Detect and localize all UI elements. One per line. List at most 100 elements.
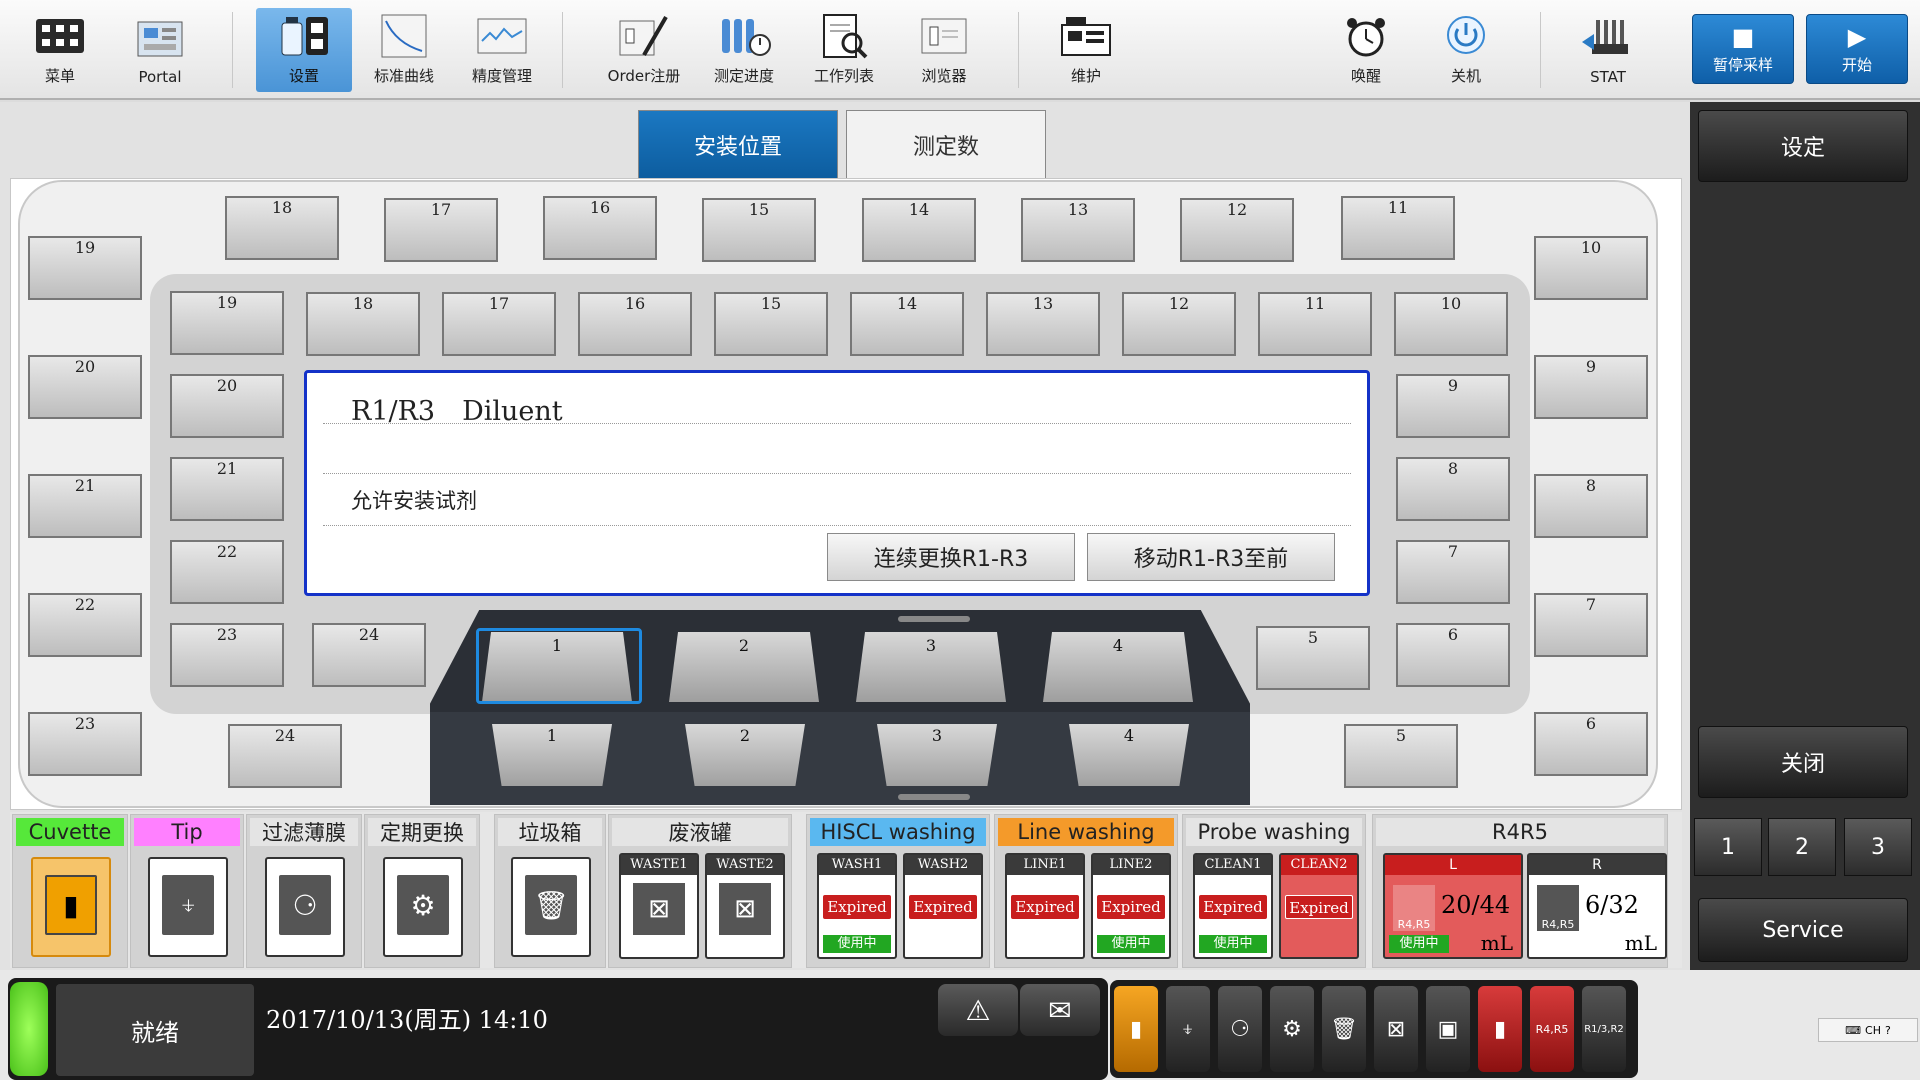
close-button[interactable]: 关闭 <box>1698 726 1908 798</box>
clean2-status[interactable]: CLEAN2 Expired <box>1279 853 1359 959</box>
wake-button[interactable]: 唤醒 <box>1318 8 1414 92</box>
outer-slot[interactable]: 22 <box>28 593 142 657</box>
inner-slot[interactable]: 5 <box>1256 626 1370 690</box>
maintenance-button[interactable]: 维护 <box>1038 8 1134 92</box>
inner-slot[interactable]: 12 <box>1122 292 1236 356</box>
outer-slot[interactable]: 18 <box>225 196 339 260</box>
outer-slot[interactable]: 9 <box>1534 355 1648 419</box>
wash2-status[interactable]: WASH2 Expired <box>903 853 983 959</box>
settings-button[interactable]: 设置 <box>256 8 352 92</box>
periodic-status[interactable]: ⚙ <box>383 857 463 957</box>
wash1-status[interactable]: WASH1 Expired 使用中 <box>817 853 897 959</box>
tray-upper-slot[interactable]: 3 <box>856 632 1006 702</box>
inner-slot[interactable]: 17 <box>442 292 556 356</box>
inner-slot[interactable]: 6 <box>1396 623 1510 687</box>
outer-slot[interactable]: 12 <box>1180 198 1294 262</box>
inner-slot[interactable]: 9 <box>1396 374 1510 438</box>
tray-upper-slot[interactable]: 4 <box>1043 632 1193 702</box>
inner-slot[interactable]: 14 <box>850 292 964 356</box>
page-3-button[interactable]: 3 <box>1844 818 1912 876</box>
inner-slot[interactable]: 20 <box>170 374 284 438</box>
tab-test-count[interactable]: 测定数 <box>846 110 1046 178</box>
continuous-replace-button[interactable]: 连续更换R1-R3 <box>827 533 1075 581</box>
shutdown-button[interactable]: 关机 <box>1418 8 1514 92</box>
reagent-mini-icon[interactable]: R1/3,R2 <box>1582 986 1626 1072</box>
tip-mini-icon[interactable]: ⍖ <box>1166 986 1210 1072</box>
cuvette-mini-icon[interactable]: ▮ <box>1114 986 1158 1072</box>
outer-slot[interactable]: 7 <box>1534 593 1648 657</box>
portal-button[interactable]: Portal <box>112 8 208 92</box>
outer-slot[interactable]: 23 <box>28 712 142 776</box>
line1-status[interactable]: LINE1 Expired <box>1005 853 1085 959</box>
tray-upper-slot[interactable]: 1 <box>482 632 632 702</box>
service-button[interactable]: Service <box>1698 898 1908 962</box>
inner-slot[interactable]: 10 <box>1394 292 1508 356</box>
waste-mini-icon[interactable]: ⊠ <box>1374 986 1418 1072</box>
periodic-mini-icon[interactable]: ⚙ <box>1270 986 1314 1072</box>
r4r5-right-status[interactable]: R R4,R5 6/32 mL <box>1527 853 1667 959</box>
precision-button[interactable]: 精度管理 <box>454 8 550 92</box>
washing-mini-icon[interactable]: ▣ <box>1426 986 1470 1072</box>
r4r5-left-status[interactable]: L R4,R5 20/44 mL 使用中 <box>1383 853 1523 959</box>
tray-lower-slot[interactable]: 2 <box>685 724 805 786</box>
browser-button[interactable]: 浏览器 <box>896 8 992 92</box>
outer-slot[interactable]: 24 <box>228 724 342 788</box>
tray-lower-slot[interactable]: 1 <box>492 724 612 786</box>
tab-install-position[interactable]: 安装位置 <box>638 110 838 178</box>
inner-slot[interactable]: 23 <box>170 623 284 687</box>
start-button[interactable]: ▶ 开始 <box>1806 14 1908 84</box>
inner-slot[interactable]: 8 <box>1396 457 1510 521</box>
outer-slot[interactable]: 5 <box>1344 724 1458 788</box>
waste1-status[interactable]: WASTE1 ⊠ <box>619 853 699 959</box>
outer-slot[interactable]: 13 <box>1021 198 1135 262</box>
r4r5-mini-icon[interactable]: R4,R5 <box>1530 986 1574 1072</box>
inner-slot[interactable]: 18 <box>306 292 420 356</box>
menu-button[interactable]: 菜单 <box>12 8 108 92</box>
move-to-front-button[interactable]: 移动R1-R3至前 <box>1087 533 1335 581</box>
alarm-button[interactable]: ⚠ <box>938 984 1018 1036</box>
tip-status[interactable]: ⍖ <box>148 857 228 957</box>
outer-slot[interactable]: 20 <box>28 355 142 419</box>
inner-slot[interactable]: 13 <box>986 292 1100 356</box>
inner-slot[interactable]: 15 <box>714 292 828 356</box>
outer-slot[interactable]: 10 <box>1534 236 1648 300</box>
tray-lower-slot[interactable]: 4 <box>1069 724 1189 786</box>
inner-slot[interactable]: 11 <box>1258 292 1372 356</box>
outer-slot[interactable]: 6 <box>1534 712 1648 776</box>
message-button[interactable]: ✉ <box>1020 984 1100 1036</box>
clean1-status[interactable]: CLEAN1 Expired 使用中 <box>1193 853 1273 959</box>
tray-upper-slot[interactable]: 2 <box>669 632 819 702</box>
inner-slot[interactable]: 22 <box>170 540 284 604</box>
stat-button[interactable]: STAT <box>1560 8 1656 92</box>
outer-slot[interactable]: 16 <box>543 196 657 260</box>
line2-status[interactable]: LINE2 Expired 使用中 <box>1091 853 1171 959</box>
pause-sampling-button[interactable]: ■ 暂停采样 <box>1692 14 1794 84</box>
probe-mini-icon[interactable]: ▮ <box>1478 986 1522 1072</box>
inner-slot[interactable]: 19 <box>170 291 284 355</box>
inner-slot[interactable]: 7 <box>1396 540 1510 604</box>
waste2-status[interactable]: WASTE2 ⊠ <box>705 853 785 959</box>
trash-mini-icon[interactable]: 🗑 <box>1322 986 1366 1072</box>
inner-slot[interactable]: 16 <box>578 292 692 356</box>
filter-status[interactable]: ⚆ <box>265 857 345 957</box>
page-2-button[interactable]: 2 <box>1768 818 1836 876</box>
outer-slot[interactable]: 21 <box>28 474 142 538</box>
inner-slot[interactable]: 24 <box>312 623 426 687</box>
outer-slot[interactable]: 8 <box>1534 474 1648 538</box>
outer-slot[interactable]: 11 <box>1341 196 1455 260</box>
outer-slot[interactable]: 17 <box>384 198 498 262</box>
trash-status[interactable]: 🗑 <box>511 857 591 957</box>
tray-lower-slot[interactable]: 3 <box>877 724 997 786</box>
worklist-button[interactable]: 工作列表 <box>796 8 892 92</box>
progress-button[interactable]: 测定进度 <box>696 8 792 92</box>
outer-slot[interactable]: 14 <box>862 198 976 262</box>
setting-button[interactable]: 设定 <box>1698 110 1908 182</box>
page-1-button[interactable]: 1 <box>1694 818 1762 876</box>
cuvette-status[interactable]: ▮ <box>31 857 111 957</box>
std-curve-button[interactable]: 标准曲线 <box>356 8 452 92</box>
order-button[interactable]: Order注册 <box>596 8 692 92</box>
outer-slot[interactable]: 15 <box>702 198 816 262</box>
outer-slot[interactable]: 19 <box>28 236 142 300</box>
inner-slot[interactable]: 21 <box>170 457 284 521</box>
filter-mini-icon[interactable]: ⚆ <box>1218 986 1262 1072</box>
